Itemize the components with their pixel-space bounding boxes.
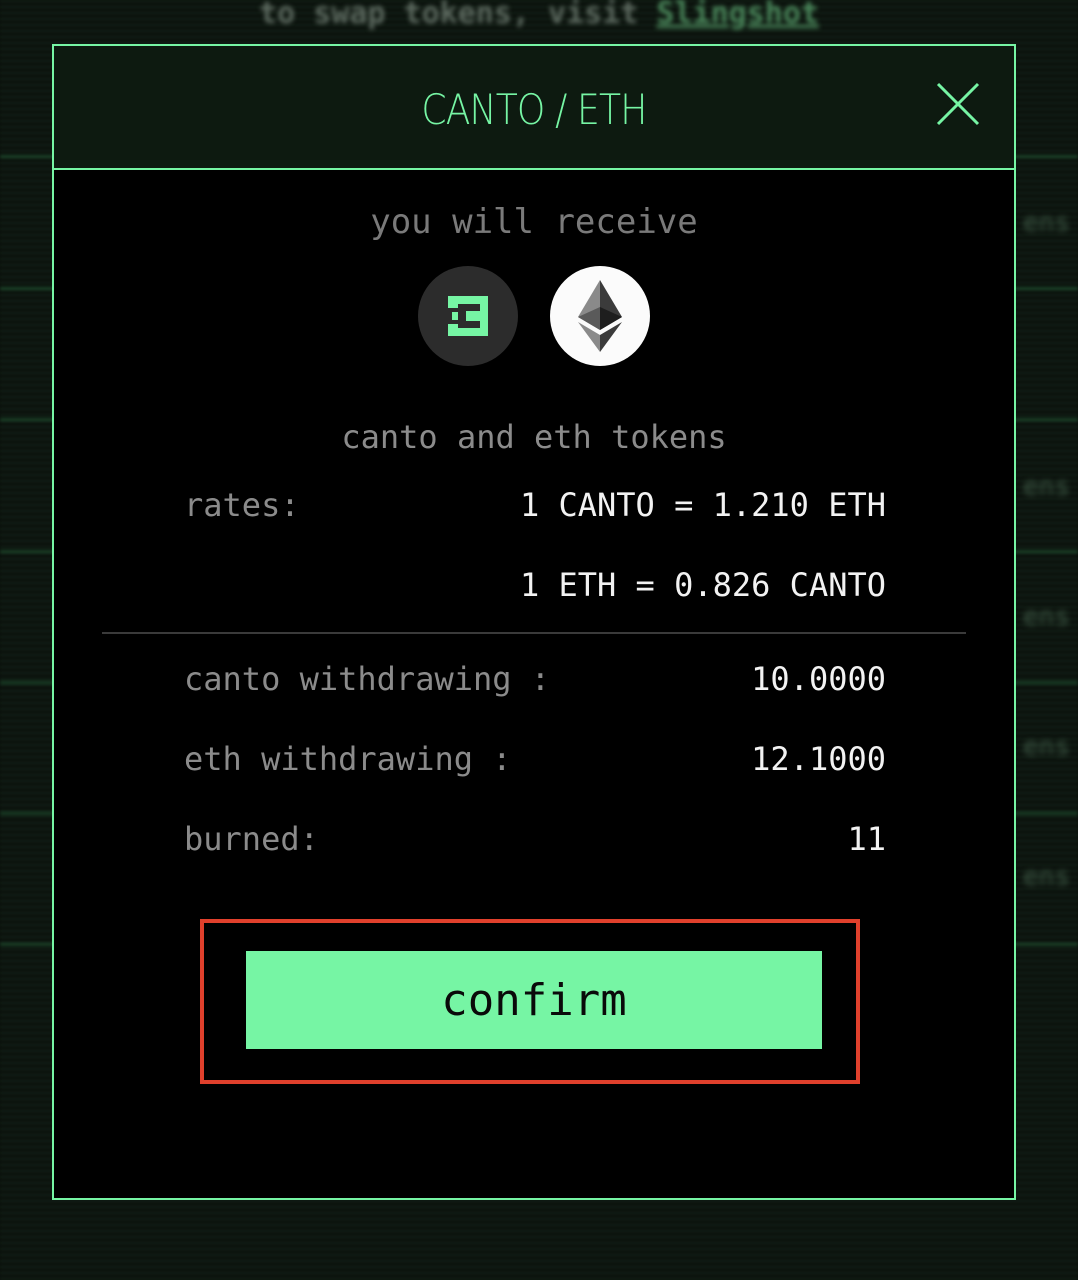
background-swap-notice: to swap tokens, visit Slingshot bbox=[0, 0, 1078, 31]
rates-row: rates: 1 CANTO = 1.210 ETH bbox=[184, 486, 886, 524]
remove-liquidity-modal: CANTO / ETH you will receive canto and e… bbox=[52, 44, 1016, 1200]
rate-canto-eth: 1 CANTO = 1.210 ETH bbox=[519, 486, 886, 524]
background-side-text: ens bbox=[1023, 208, 1070, 238]
ethereum-logo-icon bbox=[550, 266, 650, 366]
canto-logo-icon bbox=[418, 266, 518, 366]
tokens-label: canto and eth tokens bbox=[341, 418, 727, 456]
canto-withdrawing-label: canto withdrawing : bbox=[184, 660, 551, 698]
background-side-text: ens bbox=[1023, 472, 1070, 502]
canto-withdrawing-value: 10.0000 bbox=[751, 660, 886, 698]
burned-label: burned: bbox=[184, 820, 319, 858]
rate-eth-canto: 1 ETH = 0.826 CANTO bbox=[519, 566, 886, 604]
modal-header: CANTO / ETH bbox=[54, 46, 1014, 170]
section-divider bbox=[102, 632, 966, 634]
confirm-button[interactable]: confirm bbox=[246, 951, 822, 1049]
background-slingshot-link: Slingshot bbox=[656, 0, 819, 31]
rates-row-2: 1 ETH = 0.826 CANTO bbox=[184, 566, 886, 604]
receive-subtitle: you will receive bbox=[370, 202, 698, 242]
eth-withdrawing-row: eth withdrawing : 12.1000 bbox=[184, 740, 886, 778]
background-side-text: ens bbox=[1023, 732, 1070, 762]
background-side-text: ens bbox=[1023, 862, 1070, 892]
eth-withdrawing-label: eth withdrawing : bbox=[184, 740, 512, 778]
background-notice-text: to swap tokens, visit bbox=[259, 0, 657, 31]
modal-title: CANTO / ETH bbox=[421, 84, 647, 134]
close-icon[interactable] bbox=[934, 80, 982, 128]
canto-withdrawing-row: canto withdrawing : 10.0000 bbox=[184, 660, 886, 698]
rates-label: rates: bbox=[184, 486, 300, 524]
burned-row: burned: 11 bbox=[184, 820, 886, 858]
eth-withdrawing-value: 12.1000 bbox=[751, 740, 886, 778]
background-side-text: ens bbox=[1023, 602, 1070, 632]
burned-value: 11 bbox=[847, 820, 886, 858]
